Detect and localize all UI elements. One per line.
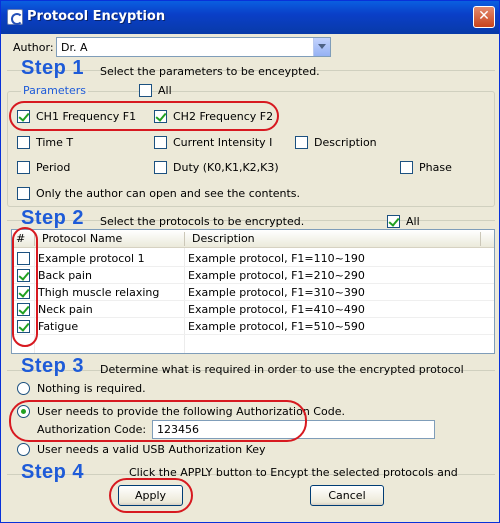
phase-label: Phase xyxy=(419,161,452,174)
author-value: Dr. A xyxy=(61,41,88,54)
description-checkbox[interactable] xyxy=(295,136,308,149)
table-row[interactable]: Thigh muscle relaxing Example protocol, … xyxy=(12,284,494,301)
description-label: Description xyxy=(314,136,377,149)
row-protocol-name: Fatigue xyxy=(38,320,79,333)
row-protocol-name: Back pain xyxy=(38,269,92,282)
annotation-oval-step1 xyxy=(9,101,279,131)
chevron-down-icon[interactable] xyxy=(313,38,330,56)
title-bar[interactable]: Protocol Encyption ✕ xyxy=(1,1,499,34)
step3-heading: Step 3 xyxy=(21,355,85,377)
author-only-checkbox[interactable] xyxy=(17,187,30,200)
protocol-list-header: # Protocol Name Description xyxy=(12,230,494,248)
column-description[interactable]: Description xyxy=(192,232,255,245)
step3-description: Determine what is required in order to u… xyxy=(100,363,464,376)
row-description: Example protocol, F1=410~490 xyxy=(188,303,365,316)
duty-checkbox[interactable] xyxy=(154,161,167,174)
cancel-button[interactable]: Cancel xyxy=(310,485,384,506)
row-description: Example protocol, F1=110~190 xyxy=(188,252,365,265)
time-label: Time T xyxy=(36,136,74,149)
table-row[interactable]: Neck pain Example protocol, F1=410~490 xyxy=(12,301,494,318)
params-all-label: All xyxy=(158,84,172,97)
current-intensity-checkbox[interactable] xyxy=(154,136,167,149)
row-description: Example protocol, F1=210~290 xyxy=(188,269,365,282)
duty-label: Duty (K0,K1,K2,K3) xyxy=(173,161,279,174)
phase-checkbox[interactable] xyxy=(400,161,413,174)
column-protocol-name[interactable]: Protocol Name xyxy=(42,232,122,245)
row-protocol-name: Neck pain xyxy=(38,303,93,316)
step4-heading: Step 4 xyxy=(21,461,85,483)
author-label: Author: xyxy=(13,41,54,54)
annotation-oval-step3 xyxy=(9,400,307,442)
step1-heading: Step 1 xyxy=(21,57,85,79)
row-protocol-name: Thigh muscle relaxing xyxy=(38,286,160,299)
column-separator[interactable] xyxy=(480,232,481,246)
author-only-label: Only the author can open and see the con… xyxy=(36,187,301,200)
step4-description: Click the APPLY button to Encypt the sel… xyxy=(129,466,458,479)
row-description: Example protocol, F1=510~590 xyxy=(188,320,365,333)
protocol-list[interactable]: # Protocol Name Description Example prot… xyxy=(11,229,495,354)
column-separator[interactable] xyxy=(184,232,185,246)
option-nothing-label: Nothing is required. xyxy=(37,382,146,395)
close-button[interactable]: ✕ xyxy=(473,6,495,28)
close-icon: ✕ xyxy=(478,8,490,24)
protocol-encryption-dialog: Protocol Encyption ✕ Author: Dr. A Step … xyxy=(0,0,500,523)
period-label: Period xyxy=(36,161,71,174)
table-row[interactable]: Fatigue Example protocol, F1=510~590 xyxy=(12,318,494,335)
step2-heading: Step 2 xyxy=(21,207,85,229)
current-intensity-label: Current Intensity I xyxy=(173,136,273,149)
annotation-oval-step4 xyxy=(109,478,193,513)
protocols-all-label: All xyxy=(406,215,420,228)
option-nothing-radio[interactable] xyxy=(17,382,30,395)
parameters-group-label: Parameters xyxy=(21,84,88,97)
row-description: Example protocol, F1=310~390 xyxy=(188,286,365,299)
table-row[interactable]: Example protocol 1 Example protocol, F1=… xyxy=(12,250,494,267)
option-usb-key-label: User needs a valid USB Authorization Key xyxy=(37,443,266,456)
window-title: Protocol Encyption xyxy=(27,9,166,24)
params-all-checkbox[interactable] xyxy=(139,84,152,97)
app-icon xyxy=(7,9,23,25)
period-checkbox[interactable] xyxy=(17,161,30,174)
annotation-oval-step2 xyxy=(12,227,38,347)
step2-description: Select the protocols to be encrypted. xyxy=(100,215,305,228)
option-usb-key-radio[interactable] xyxy=(17,443,30,456)
row-protocol-name: Example protocol 1 xyxy=(38,252,145,265)
protocols-all-checkbox[interactable] xyxy=(387,215,400,228)
table-row[interactable]: Back pain Example protocol, F1=210~290 xyxy=(12,267,494,284)
author-dropdown[interactable]: Dr. A xyxy=(56,37,331,57)
time-checkbox[interactable] xyxy=(17,136,30,149)
step1-description: Select the parameters to be enceypted. xyxy=(100,65,320,78)
